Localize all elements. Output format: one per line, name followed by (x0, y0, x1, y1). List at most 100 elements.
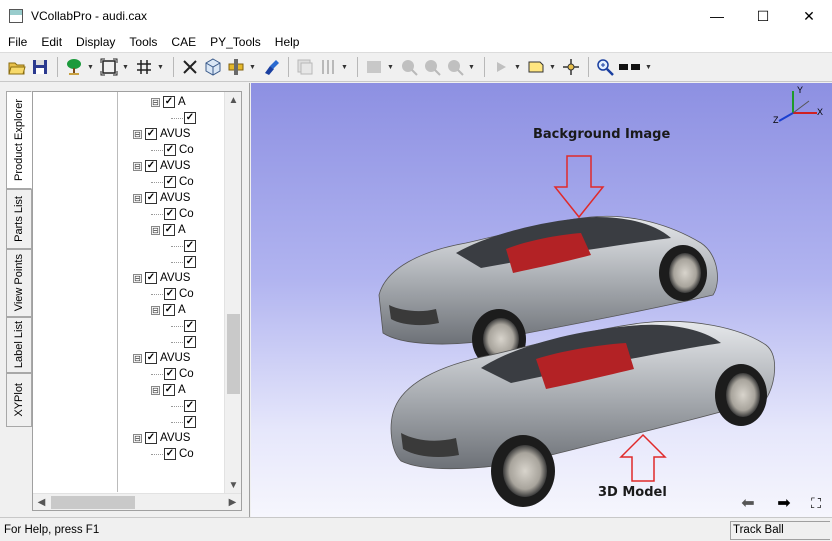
tree-checkbox[interactable]: ✓ (184, 256, 196, 268)
tree-node[interactable]: ⊟ ✓ AVUS (133, 126, 190, 142)
tree-node[interactable]: ✓ (171, 238, 199, 254)
tree-checkbox[interactable]: ✓ (164, 288, 176, 300)
menu-cae[interactable]: CAE (163, 35, 202, 49)
tree-checkbox[interactable]: ✓ (184, 416, 196, 428)
horizontal-scrollbar[interactable]: ◀ ▶ (33, 493, 241, 510)
product-explorer-tree[interactable]: ⊟ ✓ A ✓ ⊟ ✓ AVUS ✓ Co ⊟ ✓ AVUS ✓ Co ⊟ ✓ AVUS ✓ Co ⊟ ✓ A ✓ ✓ ⊟ ✓ AV… (32, 91, 242, 511)
play-icon[interactable] (490, 56, 512, 78)
cross-arrows-icon[interactable] (179, 56, 201, 78)
tree-node[interactable]: ✓ Co (151, 366, 194, 382)
tree-expander-icon[interactable]: ⊟ (151, 385, 160, 395)
layers-icon[interactable] (294, 56, 316, 78)
tree-checkbox[interactable]: ✓ (184, 336, 196, 348)
cube-icon[interactable] (202, 56, 224, 78)
previous-view-button[interactable]: ⬅ (738, 493, 758, 513)
tree-node[interactable]: ✓ (171, 254, 199, 270)
tree-checkbox[interactable]: ✓ (164, 208, 176, 220)
tree-node[interactable]: ✓ Co (151, 142, 194, 158)
tree-node[interactable]: ⊟ ✓ A (151, 302, 186, 318)
fit-view-icon[interactable] (98, 56, 120, 78)
image-icon[interactable] (363, 56, 385, 78)
tree-node[interactable]: ✓ (171, 318, 199, 334)
magnifier-icon[interactable] (594, 56, 616, 78)
scroll-right-arrow[interactable]: ▶ (224, 494, 241, 510)
note-icon[interactable] (525, 56, 547, 78)
tree-node[interactable]: ⊟ ✓ AVUS (133, 158, 190, 174)
menu-help[interactable]: Help (267, 35, 306, 49)
zoom-select-icon[interactable] (444, 56, 466, 78)
zoom-in-icon[interactable] (398, 56, 420, 78)
tree-node[interactable]: ✓ (171, 398, 199, 414)
scroll-up-arrow[interactable]: ▲ (225, 92, 241, 109)
vertical-scrollbar[interactable]: ▲ ▼ (224, 92, 241, 494)
tree-node[interactable]: ⊟ ✓ AVUS (133, 350, 190, 366)
tree-checkbox[interactable]: ✓ (164, 448, 176, 460)
note-dropdown-arrow[interactable]: ▼ (548, 56, 557, 78)
tree-checkbox[interactable]: ✓ (184, 400, 196, 412)
tree-node[interactable]: ✓ (171, 334, 199, 350)
tree-expander-icon[interactable]: ⊟ (133, 353, 142, 363)
center-point-icon[interactable] (560, 56, 582, 78)
zoom-dropdown-arrow[interactable]: ▼ (467, 56, 476, 78)
tree-checkbox[interactable]: ✓ (164, 176, 176, 188)
tree-checkbox[interactable]: ✓ (164, 144, 176, 156)
tree-node[interactable]: ✓ Co (151, 446, 194, 462)
tree-node[interactable]: ⊟ ✓ AVUS (133, 190, 190, 206)
menu-py-tools[interactable]: PY_Tools (202, 35, 267, 49)
save-icon[interactable] (29, 56, 51, 78)
display-dropdown-arrow[interactable]: ▼ (644, 56, 653, 78)
tree-expander-icon[interactable]: ⊟ (133, 161, 142, 171)
tree-checkbox[interactable]: ✓ (184, 240, 196, 252)
menu-file[interactable]: File (0, 35, 33, 49)
tab-view-points[interactable]: View Points (6, 249, 32, 317)
close-button[interactable]: ✕ (786, 0, 832, 32)
tree-checkbox[interactable]: ✓ (184, 112, 196, 124)
3d-viewport[interactable]: Background Image 3D Model Y X Z ⬅ ➡ ⛶ (251, 83, 832, 517)
dash-display-icon[interactable] (617, 56, 643, 78)
tree-checkbox[interactable]: ✓ (145, 432, 157, 444)
tree-node[interactable]: ⊟ ✓ A (151, 94, 186, 110)
next-view-button[interactable]: ➡ (774, 493, 794, 513)
tree-dropdown-arrow[interactable]: ▼ (86, 56, 95, 78)
tree-node[interactable]: ⊟ ✓ AVUS (133, 430, 190, 446)
tree-expander-icon[interactable]: ⊟ (133, 129, 142, 139)
section-plane-icon[interactable] (225, 56, 247, 78)
axis-triad[interactable]: Y X Z (771, 85, 827, 129)
tree-expander-icon[interactable]: ⊟ (133, 193, 142, 203)
tree-checkbox[interactable]: ✓ (163, 304, 175, 316)
horizontal-scroll-thumb[interactable] (51, 496, 135, 509)
tree-expander-icon[interactable]: ⊟ (133, 273, 142, 283)
tab-xyplot[interactable]: XYPlot (6, 373, 32, 427)
play-dropdown-arrow[interactable]: ▼ (513, 56, 522, 78)
tree-checkbox[interactable]: ✓ (145, 192, 157, 204)
tree-node[interactable]: ✓ Co (151, 174, 194, 190)
tree-expander-icon[interactable]: ⊟ (151, 97, 160, 107)
brush-icon[interactable] (260, 56, 282, 78)
menu-tools[interactable]: Tools (121, 35, 163, 49)
tab-label-list[interactable]: Label List (6, 317, 32, 373)
tree-node[interactable]: ✓ Co (151, 206, 194, 222)
maximize-button[interactable]: ☐ (740, 0, 786, 32)
tree-checkbox[interactable]: ✓ (164, 368, 176, 380)
fit-view-dropdown-arrow[interactable]: ▼ (121, 56, 130, 78)
tab-product-explorer[interactable]: Product Explorer (6, 91, 32, 189)
tree-checkbox[interactable]: ✓ (184, 320, 196, 332)
tree-expander-icon[interactable]: ⊟ (151, 305, 160, 315)
menu-display[interactable]: Display (68, 35, 121, 49)
menu-edit[interactable]: Edit (33, 35, 68, 49)
tree-checkbox[interactable]: ✓ (163, 96, 175, 108)
tree-checkbox[interactable]: ✓ (145, 128, 157, 140)
tree-node[interactable]: ⊟ ✓ A (151, 382, 186, 398)
grid-dropdown-arrow[interactable]: ▼ (156, 56, 165, 78)
tree-checkbox[interactable]: ✓ (145, 160, 157, 172)
image-dropdown-arrow[interactable]: ▼ (386, 56, 395, 78)
tab-parts-list[interactable]: Parts List (6, 189, 32, 249)
tree-node[interactable]: ✓ (171, 414, 199, 430)
tree-expander-icon[interactable]: ⊟ (151, 225, 160, 235)
vertical-scroll-thumb[interactable] (227, 314, 240, 394)
open-folder-icon[interactable] (6, 56, 28, 78)
tree-node[interactable]: ✓ Co (151, 286, 194, 302)
minimize-button[interactable]: — (694, 0, 740, 32)
zoom-out-icon[interactable] (421, 56, 443, 78)
tree-expander-icon[interactable]: ⊟ (133, 433, 142, 443)
